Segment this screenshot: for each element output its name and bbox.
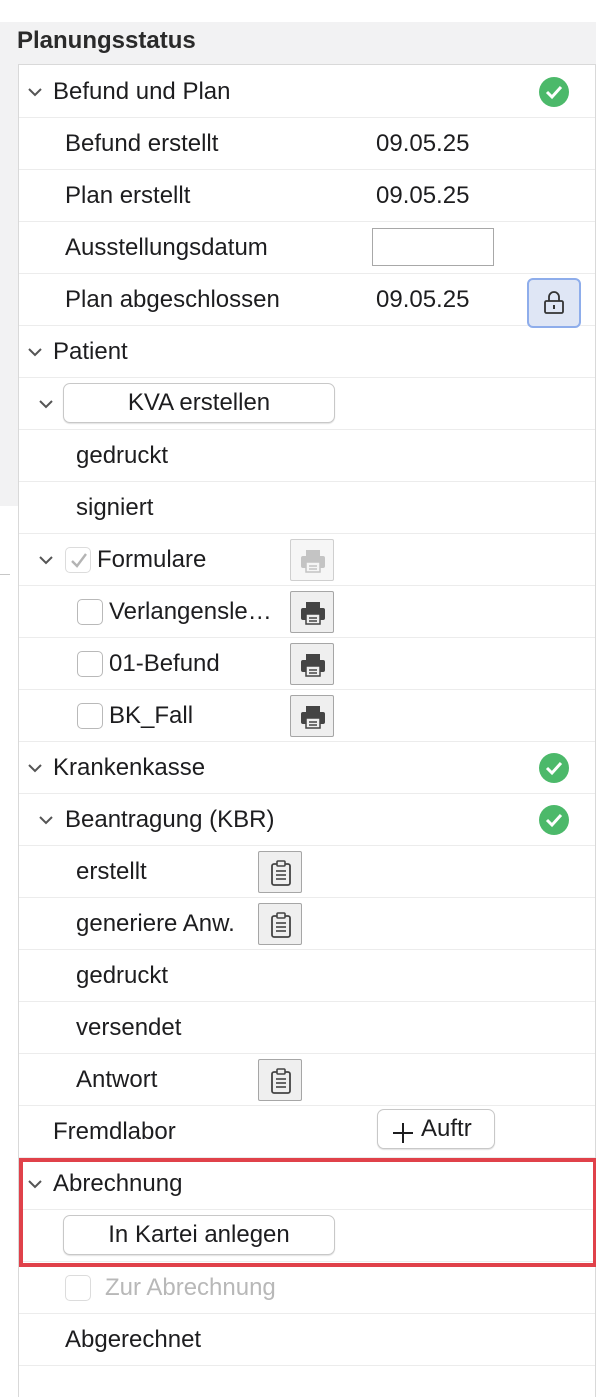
- row-plan-erstellt: Plan erstellt 09.05.25: [19, 170, 595, 222]
- in-kartei-anlegen-button[interactable]: In Kartei anlegen: [63, 1215, 335, 1255]
- field-label: generiere Anw.: [76, 910, 235, 937]
- chevron-down-icon[interactable]: [25, 342, 45, 362]
- field-label: signiert: [76, 494, 154, 521]
- form-label: Verlangensle…: [109, 598, 272, 625]
- row-gedruckt: gedruckt: [19, 430, 595, 482]
- auftrag-label: Auftr: [421, 1115, 472, 1142]
- formulare-checkbox[interactable]: [65, 547, 91, 573]
- group-abrechnung[interactable]: Abrechnung: [19, 1158, 595, 1210]
- group-label: Abrechnung: [53, 1170, 183, 1197]
- row-form-item: Verlangensle…: [19, 586, 595, 638]
- field-label: gedruckt: [76, 962, 169, 989]
- lock-button[interactable]: [527, 278, 581, 328]
- field-label: Ausstellungsdatum: [65, 234, 268, 261]
- row-erstellt: erstellt: [19, 846, 595, 898]
- field-label: Fremdlabor: [53, 1118, 176, 1145]
- row-plan-abgeschlossen: Plan abgeschlossen 09.05.25: [19, 274, 595, 328]
- field-label: versendet: [76, 1014, 182, 1041]
- form-checkbox[interactable]: [77, 599, 103, 625]
- kva-erstellen-button[interactable]: KVA erstellen: [63, 383, 335, 423]
- field-label: Plan erstellt: [65, 182, 191, 209]
- section-title: Planungsstatus: [17, 27, 196, 54]
- chevron-down-icon[interactable]: [25, 1174, 45, 1194]
- group-befund-und-plan[interactable]: Befund und Plan: [19, 66, 595, 118]
- check-circle-icon: [539, 77, 569, 107]
- form-label: 01-Befund: [109, 650, 220, 677]
- print-button[interactable]: [290, 695, 334, 737]
- row-ausstellungsdatum: Ausstellungsdatum: [19, 222, 595, 274]
- group-label: Patient: [53, 338, 128, 365]
- group-patient[interactable]: Patient: [19, 326, 595, 378]
- ausstellungsdatum-input[interactable]: [372, 228, 494, 266]
- field-label: Antwort: [76, 1066, 158, 1093]
- zur-abrechnung-checkbox[interactable]: [65, 1275, 91, 1301]
- form-label: BK_Fall: [109, 702, 194, 729]
- print-button[interactable]: [290, 539, 334, 581]
- chevron-down-icon[interactable]: [25, 758, 45, 778]
- field-label: erstellt: [76, 858, 147, 885]
- row-abgerechnet: Abgerechnet: [19, 1314, 595, 1366]
- row-gedruckt-kbr: gedruckt: [19, 950, 595, 1002]
- field-label: Abgerechnet: [65, 1326, 202, 1353]
- field-label: Plan abgeschlossen: [65, 286, 280, 313]
- auftrag-button[interactable]: Auftr: [377, 1109, 495, 1149]
- field-label: gedruckt: [76, 442, 169, 469]
- chevron-down-icon[interactable]: [36, 550, 56, 570]
- row-formulare: Formulare: [19, 534, 595, 586]
- date-value: 09.05.25: [376, 286, 470, 313]
- group-label: Befund und Plan: [53, 78, 231, 105]
- group-label: Krankenkasse: [53, 754, 206, 781]
- row-antwort: Antwort: [19, 1054, 595, 1106]
- form-checkbox[interactable]: [77, 703, 103, 729]
- clipboard-button[interactable]: [258, 1059, 302, 1101]
- group-label: Beantragung (KBR): [65, 806, 275, 833]
- field-label: Formulare: [97, 546, 207, 573]
- print-button[interactable]: [290, 643, 334, 685]
- clipboard-button[interactable]: [258, 851, 302, 893]
- row-kva: KVA erstellen: [19, 378, 595, 430]
- row-fremdlabor: Fremdlabor Auftr: [19, 1106, 595, 1158]
- group-beantragung[interactable]: Beantragung (KBR): [19, 794, 595, 846]
- row-signiert: signiert: [19, 482, 595, 534]
- row-generiere-anw: generiere Anw.: [19, 898, 595, 950]
- plus-icon: [392, 1118, 414, 1156]
- row-form-item: 01-Befund: [19, 638, 595, 690]
- row-form-item: BK_Fall: [19, 690, 595, 742]
- chevron-down-icon[interactable]: [25, 82, 45, 102]
- row-versendet: versendet: [19, 1002, 595, 1054]
- row-zur-abrechnung: Zur Abrechnung: [19, 1262, 595, 1314]
- check-circle-icon: [539, 753, 569, 783]
- row-befund-erstellt: Befund erstellt 09.05.25: [19, 118, 595, 170]
- chevron-down-icon[interactable]: [36, 394, 56, 414]
- form-checkbox[interactable]: [77, 651, 103, 677]
- check-circle-icon: [539, 805, 569, 835]
- chevron-down-icon[interactable]: [36, 810, 56, 830]
- date-value: 09.05.25: [376, 182, 470, 209]
- row-in-kartei: In Kartei anlegen: [19, 1210, 595, 1262]
- field-label: Befund erstellt: [65, 130, 219, 157]
- print-button[interactable]: [290, 591, 334, 633]
- date-value: 09.05.25: [376, 130, 470, 157]
- clipboard-button[interactable]: [258, 903, 302, 945]
- field-label: Zur Abrechnung: [105, 1274, 276, 1301]
- group-krankenkasse[interactable]: Krankenkasse: [19, 742, 595, 794]
